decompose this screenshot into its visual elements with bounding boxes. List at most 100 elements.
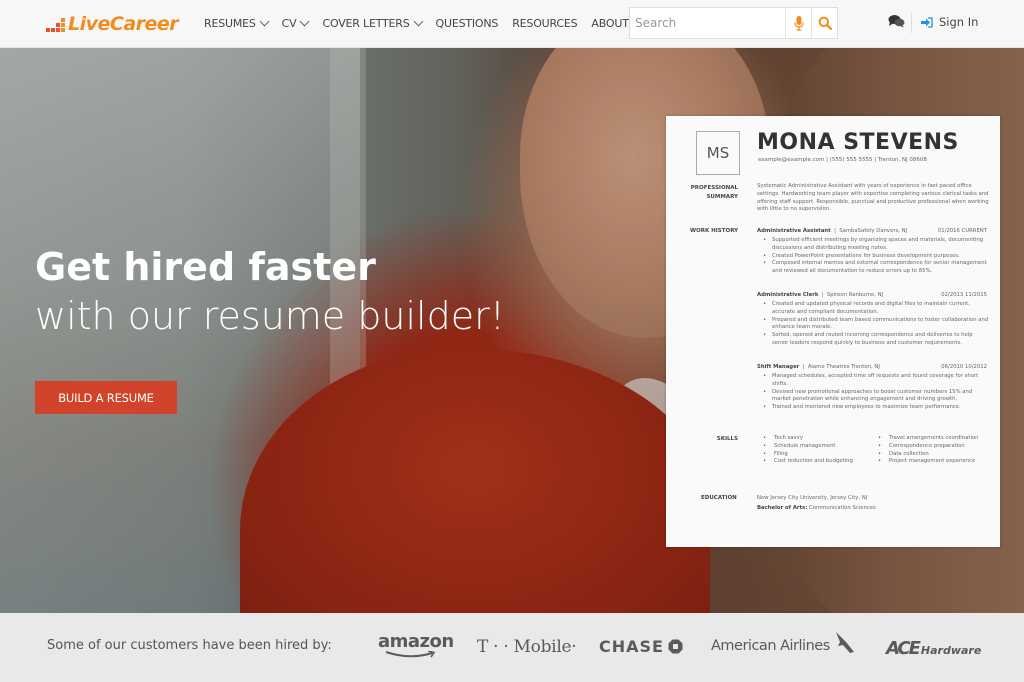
ace-logo-text: ACE — [886, 638, 921, 659]
resume-job-header: Shift Manager | Alamo Theatres Trenton, … — [757, 364, 880, 370]
resume-degree-value: Communication Sciences — [807, 505, 876, 511]
resume-education-school: New Jersey City University, Jersey City,… — [757, 495, 868, 501]
resume-bullet: Created PowerPoint presentations for bus… — [763, 253, 989, 261]
chevron-down-icon — [259, 16, 270, 26]
resume-monogram: MS — [696, 131, 740, 175]
chase-logo: CHASE — [599, 637, 683, 656]
tmobile-logo-text: T · · Mobile· — [477, 637, 577, 657]
resume-skill: Project management experience — [878, 458, 988, 466]
resume-job-company: SambaSafety Danvers, NJ — [839, 228, 908, 234]
resume-job-company: Spireon Ranburne, NJ — [826, 292, 884, 298]
sign-in-label: Sign In — [939, 15, 979, 29]
microphone-icon — [793, 15, 804, 31]
nav-resources[interactable]: RESOURCES — [512, 17, 577, 30]
chevron-down-icon — [300, 16, 310, 26]
nav-resumes-label: RESUMES — [204, 16, 256, 30]
resume-summary-label: PROFESSIONAL SUMMARY — [676, 184, 738, 202]
resume-skills-col2: Travel arrangements coordination Corresp… — [878, 435, 988, 466]
header-divider — [911, 13, 912, 33]
resume-bullet: Sorted, opened and routed incoming corre… — [763, 332, 989, 348]
amazon-logo-text: amazon — [378, 631, 454, 652]
resume-bullet: Created and updated physical records and… — [763, 301, 989, 317]
resume-job-bullets: Managed schedules, accepted time off req… — [763, 373, 989, 412]
search-input[interactable] — [630, 8, 785, 38]
resume-bullet: Managed schedules, accepted time off req… — [763, 373, 989, 389]
resume-bullet: Trained and mentored new employees to ma… — [763, 404, 989, 412]
ace-hardware-logo: ACE Hardware — [886, 638, 981, 659]
resume-skill: Tech savvy — [763, 435, 873, 443]
sign-in-arrow-icon — [921, 16, 933, 28]
resume-job-dates: 01/2016 CURRENT — [937, 228, 987, 234]
american-airlines-logo-text: American Airlines — [711, 638, 830, 654]
resume-degree-label: Bachelor of Arts: — [757, 505, 808, 511]
resume-skill: Correspondence preparation — [878, 443, 988, 451]
resume-job-header: Administrative Assistant | SambaSafety D… — [757, 228, 908, 234]
resume-contact: example@example.com | (555) 555 5555 | T… — [758, 157, 927, 163]
chase-octagon-icon — [668, 639, 683, 654]
resume-job: Shift Manager | Alamo Theatres Trenton, … — [757, 364, 987, 370]
nav-resources-label: RESOURCES — [512, 16, 578, 30]
hardware-logo-text: Hardware — [920, 644, 982, 657]
nav-about-label: ABOUT — [591, 16, 629, 30]
resume-skills-col1: Tech savvy Schedule management Filing Co… — [763, 435, 873, 466]
resume-skill: Data collection — [878, 451, 988, 459]
resume-bullet: Composed internal memos and external cor… — [763, 260, 989, 276]
resume-job: Administrative Assistant | SambaSafety D… — [757, 228, 987, 234]
search-button[interactable] — [811, 8, 837, 38]
resume-work-label: WORK HISTORY — [690, 228, 739, 234]
logo-dots-icon — [46, 18, 65, 32]
resume-job-bullets: Created and updated physical records and… — [763, 301, 989, 348]
chat-bubbles-icon[interactable] — [888, 14, 905, 33]
resume-education-degree: Bachelor of Arts: Communication Sciences — [757, 505, 989, 513]
nav-cv[interactable]: CV — [281, 16, 310, 30]
logo-text: LiveCareer — [68, 13, 179, 35]
hero-headline: Get hired faster — [35, 245, 376, 289]
resume-job: Administrative Clerk | Spireon Ranburne,… — [757, 292, 987, 298]
resume-summary-label-2: SUMMARY — [706, 194, 738, 200]
resume-skills-label: SKILLS — [716, 436, 738, 442]
amazon-smile-icon — [385, 651, 436, 658]
resume-name: MONA STEVENS — [757, 130, 959, 155]
nav-questions-label: QUESTIONS — [435, 16, 499, 30]
nav-questions[interactable]: QUESTIONS — [436, 17, 499, 30]
resume-skill: Filing — [763, 451, 873, 459]
american-airlines-eagle-icon — [835, 632, 854, 653]
resume-job-title: Shift Manager — [757, 364, 800, 370]
customer-logos-strip: Some of our customers have been hired by… — [0, 613, 1024, 682]
magnifier-icon — [818, 16, 832, 30]
resume-preview: MS MONA STEVENS example@example.com | (5… — [666, 116, 1000, 547]
top-navbar: LiveCareer RESUMES CV COVER LETTERS QUES… — [0, 0, 1024, 48]
amazon-logo: amazon — [378, 631, 454, 658]
livecareer-logo[interactable]: LiveCareer — [46, 11, 179, 37]
resume-job-header: Administrative Clerk | Spireon Ranburne,… — [757, 292, 884, 298]
hero-subheadline: with our resume builder! — [35, 294, 505, 338]
american-airlines-logo: American Airlines — [711, 632, 856, 654]
nav-cover-letters-label: COVER LETTERS — [322, 16, 410, 30]
nav-cv-label: CV — [281, 16, 297, 30]
resume-skill: Schedule management — [763, 443, 873, 451]
resume-job-dates: 06/2010 10/2012 — [941, 364, 987, 370]
resume-skill: Cost reduction and budgeting — [763, 458, 873, 466]
chase-logo-text: CHASE — [599, 637, 664, 656]
resume-job-bullets: Supported efficient meetings by organizi… — [763, 237, 989, 276]
chevron-down-icon — [413, 16, 423, 26]
resume-bullet: Devised new promotional approaches to bo… — [763, 389, 989, 405]
build-resume-button[interactable]: BUILD A RESUME — [35, 381, 177, 414]
nav-cover-letters[interactable]: COVER LETTERS — [322, 16, 423, 30]
resume-job-title: Administrative Clerk — [757, 292, 819, 298]
sign-in-link[interactable]: Sign In — [921, 15, 978, 29]
resume-bullet: Supported efficient meetings by organizi… — [763, 237, 989, 253]
resume-job-title: Administrative Assistant — [757, 228, 831, 234]
main-nav: RESUMES CV COVER LETTERS QUESTIONS RESOU… — [204, 0, 655, 46]
resume-summary-label-1: PROFESSIONAL — [690, 185, 738, 191]
customers-caption: Some of our customers have been hired by… — [47, 638, 332, 653]
hero-section: Get hired faster with our resume builder… — [0, 48, 1024, 613]
search-box — [629, 7, 838, 39]
resume-job-dates: 02/2013 11/2015 — [941, 292, 987, 298]
resume-bullet: Prepared and distributed team based comm… — [763, 317, 989, 333]
nav-resumes[interactable]: RESUMES — [204, 16, 270, 30]
resume-job-company: Alamo Theatres Trenton, NJ — [807, 364, 880, 370]
voice-search-button[interactable] — [785, 8, 811, 38]
resume-summary: Systematic Administrative Assistant with… — [757, 183, 989, 213]
tmobile-logo: T · · Mobile· — [477, 637, 577, 657]
